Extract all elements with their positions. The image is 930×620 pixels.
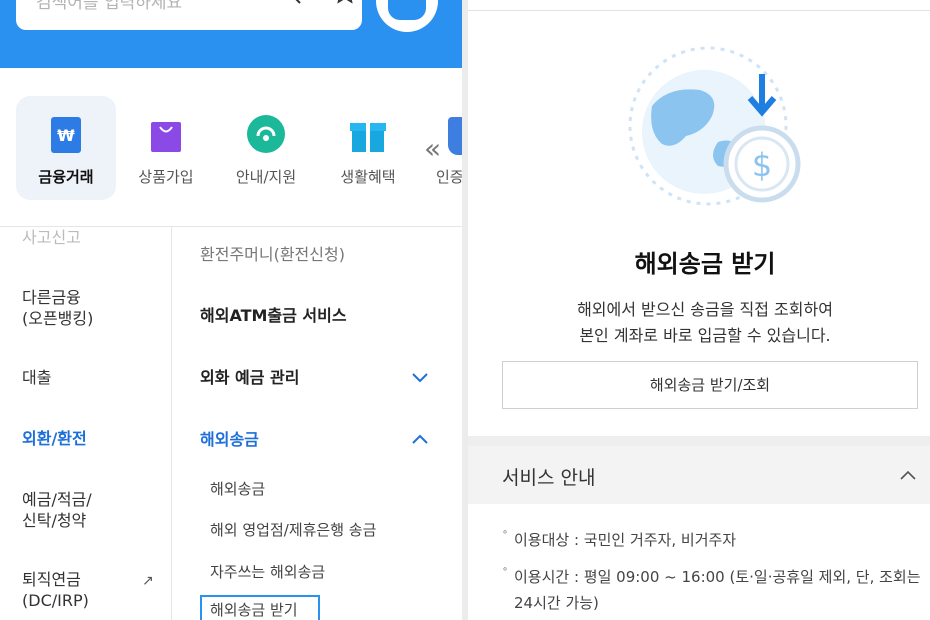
divider xyxy=(468,10,930,11)
submenu-item[interactable]: 자주쓰는 해외송금 xyxy=(210,561,325,582)
secondary-menu: 환전주머니(환전신청) 해외ATM출금 서비스 외화 예금 관리 해외송금 해외… xyxy=(172,227,462,620)
menu-item-deposit[interactable]: 예금/적금/ 신탁/청약 xyxy=(22,489,92,531)
wallet-icon: ₩ xyxy=(51,117,81,153)
external-link-icon: ↗ xyxy=(142,573,154,589)
headset-icon xyxy=(247,115,285,153)
bullet-text: 이용대상 : 국민인 거주자, 비거주자 xyxy=(514,531,737,549)
menu-item-atm[interactable]: 해외ATM출금 서비스 xyxy=(200,302,347,326)
search-icon[interactable] xyxy=(279,0,303,6)
shield-icon xyxy=(448,117,462,155)
category-products[interactable]: 상품가입 xyxy=(126,96,206,200)
header-bar: 검색어를 입력하세요 xyxy=(0,0,462,68)
primary-menu: 사고신고 다른금융 (오픈뱅킹) 대출 외환/환전 예금/적금/ 신탁/청약 퇴… xyxy=(0,227,172,620)
menu-item-openbanking[interactable]: 다른금융 (오픈뱅킹) xyxy=(22,287,93,329)
category-label: 안내/지원 xyxy=(235,168,297,186)
chevron-down-icon[interactable] xyxy=(412,373,428,383)
svg-text:₩: ₩ xyxy=(57,126,75,145)
receive-remittance-button[interactable]: 해외송금 받기/조회 xyxy=(502,361,918,409)
svg-text:$: $ xyxy=(752,146,772,184)
detail-pane: $ 해외송금 받기 해외에서 받으신 송금을 직접 조회하여 본인 계좌로 바로… xyxy=(462,0,930,620)
globe-remittance-illustration: $ xyxy=(628,46,801,206)
menu-item-pension[interactable]: 퇴직연금 (DC/IRP) xyxy=(22,569,89,611)
service-info-title: 서비스 안내 xyxy=(502,467,596,489)
category-financial[interactable]: ₩ 금융거래 xyxy=(16,96,116,200)
category-label: 금융거래 xyxy=(38,168,94,186)
bullet-text: 이용시간 : 평일 09:00 ~ 16:00 (토·일·공휴일 제외, 단, … xyxy=(514,568,921,612)
menu-item-loan[interactable]: 대출 xyxy=(22,367,51,388)
description-line: 해외에서 받으신 송금을 직접 조회하여 xyxy=(577,300,833,319)
info-bullet: ˚ 이용시간 : 평일 09:00 ~ 16:00 (토·일·공휴일 제외, 단… xyxy=(502,564,922,616)
search-placeholder: 검색어를 입력하세요 xyxy=(36,0,183,13)
menu-item-fx-deposit[interactable]: 외화 예금 관리 xyxy=(200,364,299,388)
bullet-mark: ˚ xyxy=(502,567,508,581)
submenu-item-selected[interactable]: 해외송금 받기 xyxy=(200,595,320,620)
menu-item-exchange-wallet[interactable]: 환전주머니(환전신청) xyxy=(200,241,345,265)
submenu-item[interactable]: 해외송금 xyxy=(210,478,265,499)
service-info-header[interactable]: 서비스 안내 xyxy=(468,446,930,504)
shopping-bag-icon xyxy=(151,122,181,152)
star-icon[interactable] xyxy=(333,0,357,4)
gift-icon xyxy=(350,123,386,152)
submenu-item[interactable]: 해외 영업점/제휴은행 송금 xyxy=(210,519,376,540)
description-line: 본인 계좌로 바로 입금할 수 있습니다. xyxy=(579,326,831,345)
section-divider xyxy=(468,436,930,446)
category-label: 생활혜택 xyxy=(340,168,396,186)
submenu-item-label: 해외송금 받기 xyxy=(210,601,298,619)
category-support[interactable]: 안내/지원 xyxy=(226,96,306,200)
bullet-mark: ˚ xyxy=(502,530,508,544)
page-title: 해외송금 받기 xyxy=(634,250,776,278)
category-label: 인증 xyxy=(436,168,462,186)
menu-item-forex[interactable]: 외환/환전 xyxy=(22,428,87,449)
chevron-up-icon[interactable] xyxy=(412,434,428,444)
category-bar: ₩ 금융거래 상품가입 안내/지원 생활혜택 인증 xyxy=(0,96,462,200)
category-benefits[interactable]: 생활혜택 xyxy=(328,96,408,200)
chevron-up-icon[interactable] xyxy=(900,470,916,480)
search-input[interactable]: 검색어를 입력하세요 xyxy=(16,0,362,30)
info-bullet: ˚ 이용대상 : 국민인 거주자, 비거주자 xyxy=(502,527,922,553)
category-label: 상품가입 xyxy=(138,168,194,186)
menu-item-report[interactable]: 사고신고 xyxy=(22,227,81,248)
menu-item-remittance[interactable]: 해외송금 xyxy=(200,426,259,450)
menu-pane: 검색어를 입력하세요 ₩ 금융거래 상품가입 안내/지원 생활혜택 인증 « 사… xyxy=(0,0,462,620)
scroll-left-icon[interactable]: « xyxy=(424,132,441,165)
chatbot-icon[interactable] xyxy=(376,0,438,32)
